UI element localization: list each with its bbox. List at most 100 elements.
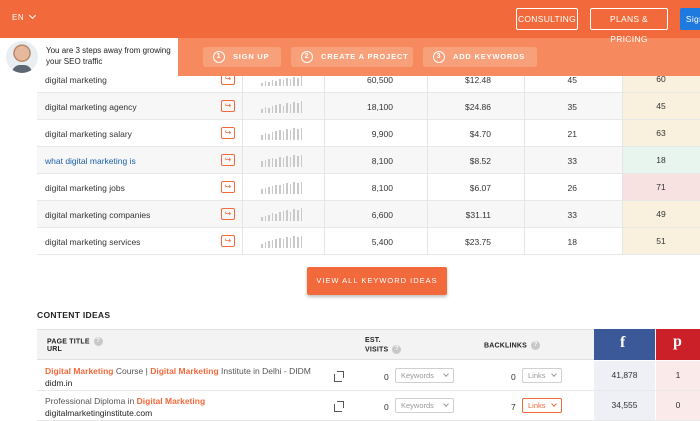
onboarding-message: You are 3 steps away from growing your S… [46,46,171,66]
trend-bar [286,210,288,221]
view-all-keyword-ideas-button[interactable]: VIEW ALL KEYWORD IDEAS [307,267,447,295]
keyword-row: digital marketing companies ↪ 6,600 $31.11 3… [37,201,700,228]
cpc-value: $8.52 [469,156,491,166]
est-visits-value: 0 [384,372,389,382]
open-serp-icon[interactable]: ↪ [221,127,235,139]
content-idea-row: Digital Marketing Course | Digital Marke… [37,361,700,391]
help-icon[interactable]: ? [93,337,103,346]
keyword-row: what digital marketing is ↪ 8,100 $8.52 33 18 [37,147,700,174]
trend-bar [300,101,303,113]
seo-difficulty: 63 [622,120,700,146]
open-serp-icon[interactable]: ↪ [221,235,235,247]
step-create-project[interactable]: 2 CREATE A PROJECT [291,47,413,67]
keyword-text[interactable]: digital marketing companies [45,210,150,220]
backlinks-value: 7 [511,402,516,412]
keyword-text[interactable]: digital marketing salary [45,129,132,139]
links-dropdown[interactable]: Links [522,398,562,413]
open-serp-icon[interactable]: ↪ [221,181,235,193]
keywords-dropdown[interactable]: Keywords [395,368,454,383]
trend-bar [261,161,263,167]
avatar [6,41,38,73]
trend-bar [286,237,288,248]
pinterest-column-header[interactable]: p [656,329,700,360]
cpc-value: $12.48 [465,75,491,85]
search-trend-sparkline [261,235,305,248]
trend-bar [293,102,295,113]
search-volume: 6,600 [371,210,393,220]
help-icon[interactable]: ? [531,341,541,350]
keywords-dropdown[interactable]: Keywords [395,398,454,413]
trend-bar [279,104,281,113]
keyword-text[interactable]: digital marketing agency [45,102,137,112]
search-volume: 18,100 [367,102,393,112]
column-divider [324,66,325,255]
keyword-text[interactable]: digital marketing services [45,237,140,247]
plans-pricing-button[interactable]: PLANS & PRICING [590,8,668,44]
trend-bar [282,80,285,86]
trend-bar [289,238,292,248]
facebook-column-header[interactable]: f [594,329,655,360]
est-visits-header: EST. VISITS? [365,337,402,354]
trend-bar [275,185,277,194]
title-text: Professional Diploma in [45,396,137,406]
chevron-down-icon [29,11,37,20]
page-url[interactable]: digitalmarketinginstitute.com [45,408,152,418]
pinterest-icon: p [673,333,682,350]
keyword-text[interactable]: digital marketing [45,75,107,85]
open-serp-icon[interactable]: ↪ [221,100,235,112]
step-add-keywords[interactable]: 3 ADD KEYWORDS [423,47,537,67]
help-icon[interactable]: ? [392,345,402,354]
trend-bar [275,81,277,86]
top-header: EN CONSULTING PLANS & PRICING Sign [0,0,700,44]
step-sign-up[interactable]: 1 SIGN UP [203,47,281,67]
consulting-button[interactable]: CONSULTING [516,8,578,30]
trend-bar [261,135,263,140]
page-url[interactable]: didm.in [45,378,72,388]
pinterest-shares: 0 [656,391,700,420]
trend-bar [289,130,292,140]
trend-bar [297,210,299,221]
trend-bar [275,105,277,113]
facebook-shares: 34,555 [594,391,655,420]
sign-up-button[interactable]: Sign [680,8,700,30]
keyword-text[interactable]: what digital marketing is [45,156,136,166]
trend-bar [282,239,285,248]
trend-bar [289,104,292,113]
page-title-link[interactable]: Digital Marketing Course | Digital Marke… [45,366,311,376]
keyword-text[interactable]: digital marketing jobs [45,183,125,193]
search-trend-sparkline [261,100,305,113]
links-dropdown[interactable]: Links [522,368,562,383]
trend-bar [261,83,263,86]
paid-difficulty: 45 [567,75,577,85]
trend-bar [286,103,288,113]
trend-bar [279,185,281,194]
trend-bar [264,216,267,221]
external-link-icon[interactable] [334,401,344,412]
backlinks-header: BACKLINKS? [484,341,541,350]
open-serp-icon[interactable]: ↪ [221,208,235,220]
trend-bar [264,188,267,194]
trend-bar [264,160,267,167]
column-divider [622,66,623,255]
trend-bar [300,76,303,86]
page-title-link[interactable]: Professional Diploma in Digital Marketin… [45,396,205,406]
external-link-icon[interactable] [334,371,344,382]
trend-bar [297,237,299,248]
title-text: Institute in Delhi - DIDM [218,366,311,376]
trend-bar [282,184,285,194]
trend-bar [261,109,263,113]
trend-bar [282,131,285,140]
search-volume: 5,400 [371,237,393,247]
seo-difficulty: 71 [622,174,700,200]
paid-difficulty: 26 [567,183,577,193]
trend-bar [268,134,270,140]
page-title-header: PAGE TITLE? URL [47,337,103,354]
language-selector[interactable]: EN [12,11,37,22]
search-volume: 9,900 [371,129,393,139]
column-divider [242,66,243,255]
search-trend-sparkline [261,154,305,167]
keyword-row: digital marketing agency ↪ 18,100 $24.86 35 4… [37,93,700,120]
trend-bar [282,211,285,221]
open-serp-icon[interactable]: ↪ [221,154,235,166]
search-trend-sparkline [261,181,305,194]
